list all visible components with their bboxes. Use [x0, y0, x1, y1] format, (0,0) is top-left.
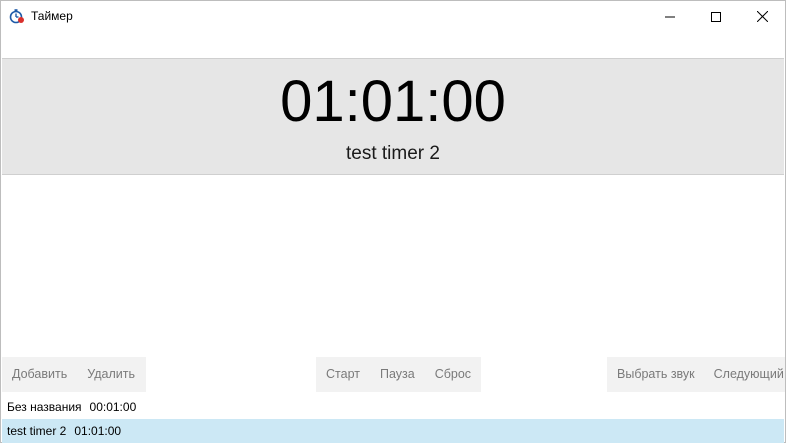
next-button[interactable]: Следующий: [704, 357, 784, 392]
list-item-duration: 00:01:00: [89, 400, 137, 414]
timer-list: Без названия 00:01:00 test timer 2 01:01…: [2, 395, 784, 443]
start-button[interactable]: Старт: [316, 357, 370, 392]
minimize-icon: [665, 12, 675, 22]
window-title: Таймер: [31, 9, 73, 23]
title-bar[interactable]: Таймер: [1, 1, 785, 32]
pause-button[interactable]: Пауза: [370, 357, 425, 392]
choose-sound-button[interactable]: Выбрать звук: [607, 357, 704, 392]
sound-actions-group: Выбрать звук Следующий: [607, 357, 785, 392]
close-button[interactable]: [739, 1, 785, 32]
time-readout: 01:01:00: [280, 69, 506, 134]
timer-app-icon: [9, 8, 25, 24]
maximize-button[interactable]: [693, 1, 739, 32]
list-actions-group: Добавить Удалить: [2, 357, 146, 392]
list-item-selected[interactable]: test timer 2 01:01:00: [2, 419, 784, 443]
maximize-icon: [711, 11, 721, 22]
timer-window: Таймер 01:01:00 test timer 2 Добавить Уд…: [0, 0, 786, 443]
list-item-name: test timer 2: [7, 424, 67, 438]
minimize-button[interactable]: [647, 1, 693, 32]
timer-controls-group: Старт Пауза Сброс: [316, 357, 482, 392]
close-icon: [756, 11, 768, 22]
list-item[interactable]: Без названия 00:01:00: [2, 395, 784, 419]
timer-display: 01:01:00 test timer 2: [2, 58, 784, 175]
list-item-duration: 01:01:00: [74, 424, 122, 438]
list-item-name: Без названия: [7, 400, 82, 414]
add-button[interactable]: Добавить: [2, 357, 77, 392]
current-timer-name: test timer 2: [346, 143, 440, 164]
reset-button[interactable]: Сброс: [425, 357, 481, 392]
delete-button[interactable]: Удалить: [77, 357, 145, 392]
